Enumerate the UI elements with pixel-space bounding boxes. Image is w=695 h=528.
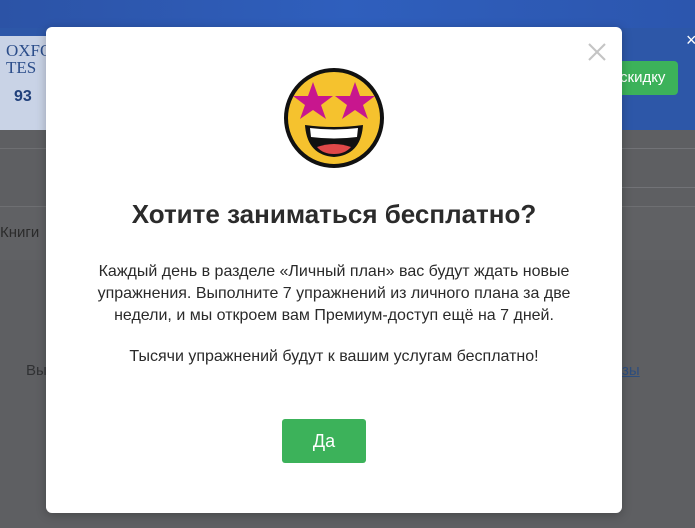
close-icon[interactable] [586, 41, 608, 63]
confirm-button[interactable]: Да [282, 419, 366, 463]
premium-offer-dialog: Хотите заниматься бесплатно? Каждый день… [46, 27, 622, 513]
dialog-body: Каждый день в разделе «Личный план» вас … [86, 261, 582, 368]
dialog-note: Тысячи упражнений будут к вашим услугам … [129, 348, 539, 365]
dialog-title: Хотите заниматься бесплатно? [131, 199, 537, 229]
dialog-description: Каждый день в разделе «Личный план» вас … [97, 263, 571, 324]
star-struck-emoji-icon [283, 67, 385, 169]
